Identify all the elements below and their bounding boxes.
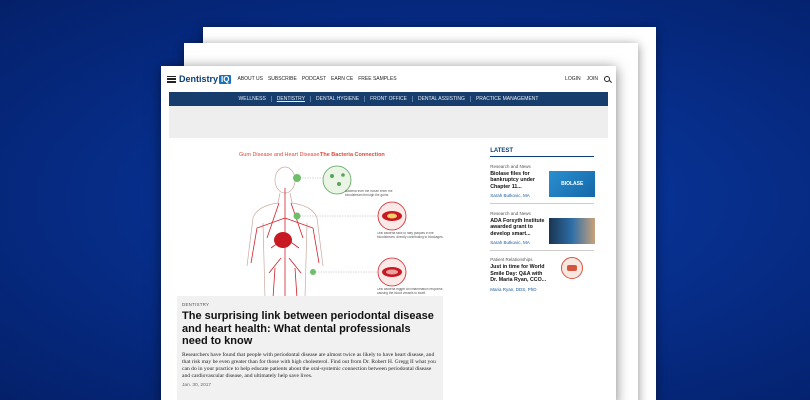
hamburger-menu-icon[interactable] bbox=[167, 75, 176, 83]
news-thumbnail[interactable] bbox=[549, 217, 596, 244]
top-links: ABOUT US SUBSCRIBE PODCAST EARN CE FREE … bbox=[237, 76, 396, 82]
login-link[interactable]: LOGIN bbox=[565, 76, 581, 82]
article-category[interactable]: DENTISTRY bbox=[182, 302, 438, 307]
divider bbox=[490, 249, 595, 251]
nav-item-dentistry[interactable]: DENTISTRY bbox=[272, 96, 312, 102]
thumbnail-label: BIOLASE bbox=[561, 181, 584, 187]
caption-bacteria: Bacteria from the mouth enter the bloods… bbox=[345, 190, 393, 197]
news-author[interactable]: Maria Ryan, DDS, PhD bbox=[490, 287, 546, 292]
news-text: Research and News ADA Forsyth Institute … bbox=[490, 211, 546, 245]
article-date: Jan. 30, 2017 bbox=[182, 383, 212, 389]
nav-item-dental-assisting[interactable]: DENTAL ASSISTING bbox=[413, 96, 471, 102]
join-link[interactable]: JOIN bbox=[587, 76, 598, 82]
content-area: Gum Disease and Heart Disease: The Bacte… bbox=[169, 148, 608, 400]
news-category[interactable]: Research and News bbox=[490, 164, 546, 169]
news-text: Research and News Biolase files for bank… bbox=[490, 164, 546, 198]
news-item[interactable]: Patient Relationships Just in time for W… bbox=[490, 257, 608, 292]
site-logo[interactable]: Dentistry IQ bbox=[179, 74, 232, 84]
nav-item-front-office[interactable]: FRONT OFFICE bbox=[365, 96, 413, 102]
news-author[interactable]: Sarah Butkovic, MA bbox=[490, 193, 546, 198]
caption-plaque: Oral bacteria stick to fatty plaques in … bbox=[377, 232, 444, 239]
news-category[interactable]: Patient Relationships bbox=[490, 257, 546, 262]
news-title[interactable]: Biolase files for bankruptcy under Chapt… bbox=[490, 171, 546, 190]
link-subscribe[interactable]: SUBSCRIBE bbox=[268, 76, 297, 82]
account-links: LOGIN JOIN bbox=[565, 76, 610, 82]
news-title[interactable]: Just in time for World Smile Day: Q&A wi… bbox=[490, 264, 546, 283]
news-thumbnail[interactable]: BIOLASE bbox=[549, 171, 596, 197]
link-about-us[interactable]: ABOUT US bbox=[237, 76, 262, 82]
latest-heading: LATEST bbox=[490, 148, 595, 157]
nav-item-practice-management[interactable]: PRACTICE MANAGEMENT bbox=[471, 96, 544, 102]
news-author[interactable]: Sarah Butkovic, MA bbox=[490, 240, 546, 245]
logo-badge: IQ bbox=[219, 74, 232, 84]
latest-sidebar: LATEST Research and News Biolase files f… bbox=[490, 148, 608, 298]
main-navigation: WELLNESS DENTISTRY DENTAL HYGIENE FRONT … bbox=[169, 92, 608, 106]
news-item[interactable]: Research and News Biolase files for bank… bbox=[490, 164, 608, 198]
article-summary: Researchers have found that people with … bbox=[182, 351, 436, 380]
hero-image[interactable]: Gum Disease and Heart Disease: The Bacte… bbox=[187, 148, 452, 299]
main-column: Gum Disease and Heart Disease: The Bacte… bbox=[169, 148, 478, 400]
divider bbox=[490, 203, 595, 204]
hero-illustration: Gum Disease and Heart Disease: The Bacte… bbox=[239, 152, 444, 299]
link-free-samples[interactable]: FREE SAMPLES bbox=[358, 76, 396, 82]
news-category[interactable]: Research and News bbox=[490, 211, 546, 216]
caption-inflammation: Oral bacteria trigger an inflammation re… bbox=[377, 288, 444, 295]
website-page: Dentistry IQ ABOUT US SUBSCRIBE PODCAST … bbox=[161, 66, 616, 400]
featured-article-card[interactable]: DENTISTRY The surprising link between pe… bbox=[177, 296, 443, 400]
search-icon[interactable] bbox=[604, 76, 610, 82]
link-earn-ce[interactable]: EARN CE bbox=[331, 76, 353, 82]
logo-text: Dentistry bbox=[179, 74, 219, 84]
article-headline[interactable]: The surprising link between periodontal … bbox=[182, 310, 438, 348]
link-podcast[interactable]: PODCAST bbox=[302, 76, 326, 82]
news-title[interactable]: ADA Forsyth Institute awarded grant to d… bbox=[490, 218, 546, 237]
heart-shape bbox=[274, 232, 292, 248]
hero-title-part1: Gum Disease and Heart Disease: bbox=[239, 152, 321, 158]
smile-day-badge-icon[interactable] bbox=[561, 257, 584, 280]
top-bar: Dentistry IQ ABOUT US SUBSCRIBE PODCAST … bbox=[161, 66, 616, 92]
nav-item-wellness[interactable]: WELLNESS bbox=[234, 96, 272, 102]
nav-item-dental-hygiene[interactable]: DENTAL HYGIENE bbox=[311, 96, 366, 102]
news-item[interactable]: Research and News ADA Forsyth Institute … bbox=[490, 211, 608, 245]
news-text: Patient Relationships Just in time for W… bbox=[490, 257, 546, 291]
hero-title-part2: The Bacteria Connection bbox=[320, 152, 385, 158]
ad-banner bbox=[169, 106, 608, 138]
